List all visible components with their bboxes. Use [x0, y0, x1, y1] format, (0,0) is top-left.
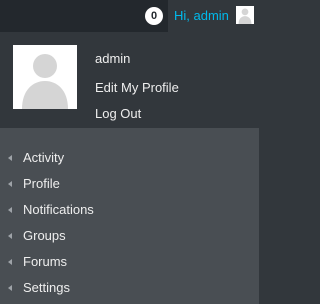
menu-item-activity[interactable]: Activity — [0, 145, 259, 171]
menu-item-label: Notifications — [23, 202, 94, 217]
greeting-text: Hi, admin — [174, 8, 229, 23]
user-silhouette-icon — [13, 45, 77, 109]
display-name-link[interactable]: admin — [95, 50, 130, 68]
user-account-panel: admin Edit My Profile Log Out — [0, 32, 259, 128]
left-arrow-icon — [8, 285, 12, 291]
notification-count-badge[interactable]: 0 — [145, 7, 163, 25]
left-arrow-icon — [8, 155, 12, 161]
menu-item-label: Activity — [23, 150, 65, 165]
menu-item-settings[interactable]: Settings — [0, 275, 259, 301]
menu-item-notifications[interactable]: Notifications — [0, 197, 259, 223]
left-arrow-icon — [8, 207, 12, 213]
admin-toolbar: 0 Hi, admin — [0, 0, 259, 32]
edit-profile-link[interactable]: Edit My Profile — [95, 79, 179, 97]
avatar[interactable] — [13, 45, 77, 109]
logout-link[interactable]: Log Out — [95, 105, 141, 123]
menu-item-label: Groups — [23, 228, 66, 243]
left-arrow-icon — [8, 259, 12, 265]
left-arrow-icon — [8, 233, 12, 239]
menu-item-groups[interactable]: Groups — [0, 223, 259, 249]
menu-item-label: Forums — [23, 254, 68, 269]
menu-item-profile[interactable]: Profile — [0, 171, 259, 197]
menu-item-forums[interactable]: Forums — [0, 249, 259, 275]
profile-submenu: Activity Profile Notifications Groups Fo… — [0, 128, 259, 304]
my-account-link[interactable]: Hi, admin — [168, 0, 259, 32]
menu-item-label: Profile — [23, 176, 60, 191]
user-silhouette-icon — [236, 6, 254, 24]
left-arrow-icon — [8, 181, 12, 187]
menu-item-label: Settings — [23, 280, 70, 295]
avatar-icon — [236, 6, 254, 24]
